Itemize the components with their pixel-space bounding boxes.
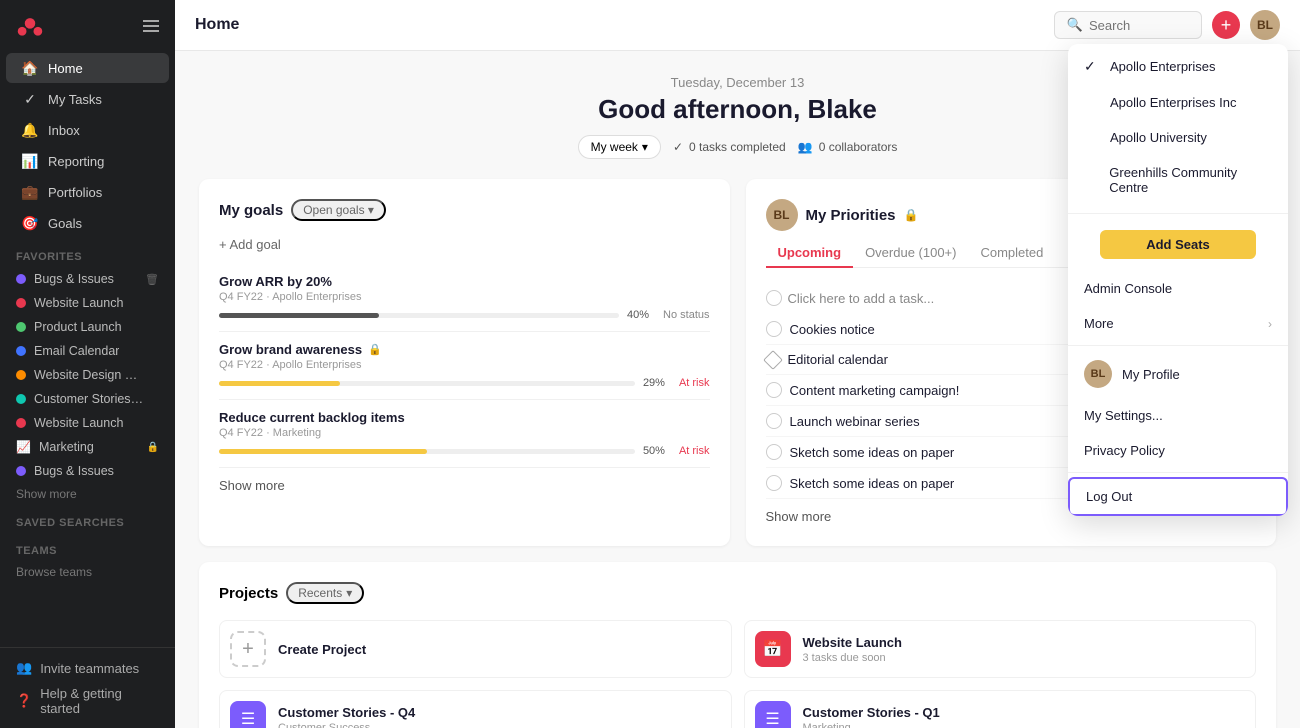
my-profile-label: My Profile [1122, 367, 1180, 382]
privacy-policy-label: Privacy Policy [1084, 443, 1165, 458]
divider [1068, 472, 1288, 473]
my-settings-label: My Settings... [1084, 408, 1163, 423]
more-item[interactable]: More › [1068, 306, 1288, 341]
org-item-apollo[interactable]: ✓ Apollo Enterprises [1068, 48, 1288, 85]
more-label: More [1084, 316, 1114, 331]
divider [1068, 213, 1288, 214]
chevron-right-icon: › [1268, 317, 1272, 331]
check-icon: ✓ [1084, 58, 1100, 75]
add-seats-button[interactable]: Add Seats [1100, 230, 1256, 259]
log-out-item[interactable]: Log Out [1068, 477, 1288, 516]
privacy-policy-item[interactable]: Privacy Policy [1068, 433, 1288, 468]
org-item-apollo-uni[interactable]: Apollo University [1068, 120, 1288, 155]
my-profile-item[interactable]: BL My Profile [1068, 350, 1288, 398]
dropdown-menu: ✓ Apollo Enterprises Apollo Enterprises … [1068, 44, 1288, 516]
org-label-greenhills: Greenhills Community Centre [1109, 165, 1272, 195]
admin-console-item[interactable]: Admin Console [1068, 271, 1288, 306]
org-item-apollo-inc[interactable]: Apollo Enterprises Inc [1068, 85, 1288, 120]
dropdown-avatar: BL [1084, 360, 1112, 388]
org-label-apollo: Apollo Enterprises [1110, 59, 1216, 74]
org-label-apollo-uni: Apollo University [1110, 130, 1207, 145]
log-out-label: Log Out [1086, 489, 1132, 504]
admin-console-label: Admin Console [1084, 281, 1172, 296]
divider [1068, 345, 1288, 346]
org-label-apollo-inc: Apollo Enterprises Inc [1110, 95, 1236, 110]
org-section: ✓ Apollo Enterprises Apollo Enterprises … [1068, 44, 1288, 209]
dropdown-overlay: ✓ Apollo Enterprises Apollo Enterprises … [0, 0, 1300, 728]
org-item-greenhills[interactable]: Greenhills Community Centre [1068, 155, 1288, 205]
add-seats-label: Add Seats [1146, 237, 1210, 252]
my-settings-item[interactable]: My Settings... [1068, 398, 1288, 433]
